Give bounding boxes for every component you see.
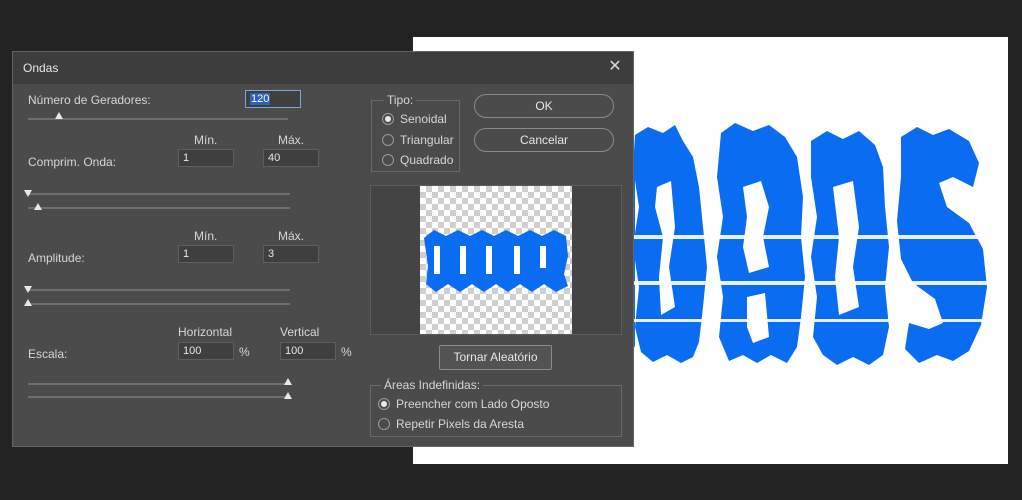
scale-vertical-unit: %	[341, 345, 352, 359]
type-label-triangular: Triangular	[400, 133, 454, 147]
undefined-areas-legend: Áreas Indefinidas:	[381, 378, 484, 392]
generators-slider-track[interactable]	[28, 118, 288, 120]
wavelength-max-input[interactable]: 40	[263, 149, 319, 167]
amplitude-min-slider-track[interactable]	[28, 289, 290, 291]
close-icon[interactable]: ✕	[607, 59, 623, 75]
preview-panel	[370, 185, 622, 335]
type-legend: Tipo:	[384, 93, 417, 107]
scale-horizontal-unit: %	[239, 345, 250, 359]
wavelength-max-slider-track[interactable]	[28, 207, 290, 209]
scale-horizontal-header: Horizontal	[178, 325, 233, 339]
waves-dialog: Ondas ✕ Número de Geradores: 120 Mín. Má…	[12, 51, 634, 447]
scale-vertical-header: Vertical	[280, 325, 320, 339]
preview-wave-text	[424, 230, 568, 292]
amplitude-max-slider-thumb[interactable]	[24, 299, 32, 306]
generators-input[interactable]: 120	[245, 90, 301, 108]
generators-slider-thumb[interactable]	[55, 112, 63, 119]
cancel-button[interactable]: Cancelar	[474, 128, 614, 152]
wavelength-max-slider-thumb[interactable]	[34, 203, 42, 210]
wavelength-min-header: Mín.	[194, 133, 218, 147]
scale-horizontal-input[interactable]: 100	[178, 342, 234, 360]
dialog-titlebar: Ondas ✕	[13, 52, 633, 84]
wavelength-max-header: Máx.	[278, 133, 305, 147]
dialog-title: Ondas	[23, 61, 59, 75]
amplitude-max-slider-track[interactable]	[28, 303, 290, 305]
undefined-radio-wrap-around[interactable]	[378, 398, 390, 410]
wavelength-min-input[interactable]: 1	[178, 149, 234, 167]
ok-button[interactable]: OK	[474, 94, 614, 118]
amplitude-min-input[interactable]: 1	[178, 245, 234, 263]
scale-horizontal-slider-track[interactable]	[28, 383, 290, 385]
scale-vertical-slider-track[interactable]	[28, 396, 290, 398]
amplitude-max-input[interactable]: 3	[263, 245, 319, 263]
type-label-quadrado: Quadrado	[400, 153, 454, 167]
type-label-senoidal: Senoidal	[400, 112, 447, 126]
amplitude-min-slider-thumb[interactable]	[24, 286, 32, 293]
scale-horizontal-slider-thumb[interactable]	[284, 378, 292, 385]
amplitude-label: Amplitude:	[28, 251, 85, 265]
type-radio-senoidal[interactable]	[382, 113, 394, 125]
scale-label: Escala:	[28, 347, 68, 361]
scale-vertical-slider-thumb[interactable]	[284, 392, 292, 399]
randomize-button[interactable]: Tornar Aleatório	[439, 345, 552, 370]
scale-vertical-input[interactable]: 100	[280, 342, 336, 360]
undefined-label-wrap-around: Preencher com Lado Oposto	[396, 397, 550, 411]
amplitude-max-header: Máx.	[278, 229, 305, 243]
undefined-radio-repeat-edge[interactable]	[378, 418, 390, 430]
preview-transparency	[420, 186, 572, 334]
generators-value: 120	[250, 93, 271, 105]
wavelength-label: Comprim. Onda:	[28, 155, 117, 169]
generators-label: Número de Geradores:	[28, 93, 151, 107]
wavelength-min-slider-track[interactable]	[28, 193, 290, 195]
undefined-label-repeat-edge: Repetir Pixels da Aresta	[396, 417, 525, 431]
type-radio-triangular[interactable]	[382, 134, 394, 146]
amplitude-min-header: Mín.	[194, 229, 218, 243]
wavelength-min-slider-thumb[interactable]	[24, 190, 32, 197]
type-radio-quadrado[interactable]	[382, 154, 394, 166]
